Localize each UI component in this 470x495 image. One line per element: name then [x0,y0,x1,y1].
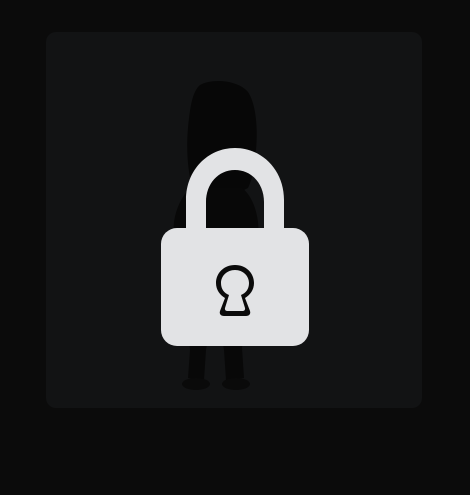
padlock-icon [161,148,309,346]
padlock-shackle [186,148,284,228]
locked-content-screen [0,0,470,495]
